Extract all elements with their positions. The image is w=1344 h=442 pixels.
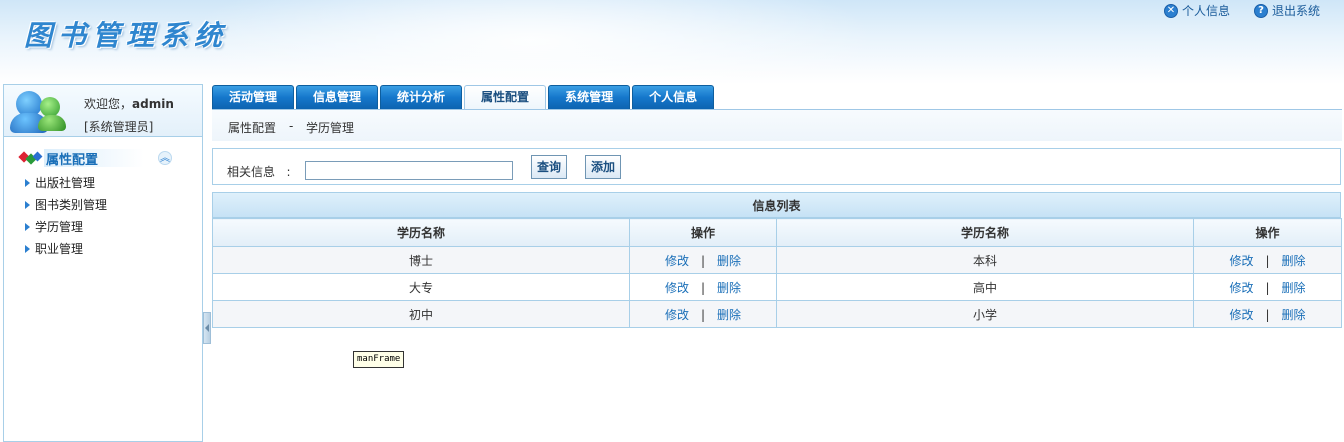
table-row: 初中 修改 | 删除 小学 修改 | 删除 [212,300,1342,328]
help-circle-icon: ? [1253,3,1268,18]
tab-attribute-config[interactable]: 属性配置 [464,85,547,110]
users-avatar-icon [10,89,66,133]
table-cell-actions: 修改 | 删除 [1193,300,1342,328]
table-cell-name: 初中 [212,300,630,328]
tab-activity[interactable]: 活动管理 [212,85,295,109]
top-links: ✕ 个人信息 ? 退出系统 [1163,2,1344,19]
table-cell-actions: 修改 | 删除 [1193,273,1342,301]
table-cell-actions: 修改 | 删除 [1193,246,1342,274]
query-button[interactable]: 查询 [531,155,567,179]
breadcrumb-current: 学历管理 [306,121,355,135]
breadcrumb-parent: 属性配置 [228,121,277,135]
main-tabs: 活动管理 信息管理 统计分析 属性配置 系统管理 个人信息 [212,85,716,110]
table-cell-actions: 修改 | 删除 [629,246,777,274]
tab-info[interactable]: 信息管理 [296,85,379,109]
app-logo-title: 图书管理系统 [24,19,229,52]
edit-link[interactable]: 修改 [1229,308,1253,322]
welcome-text: 欢迎您，admin [84,95,174,112]
sidebar-collapse-handle[interactable] [203,312,211,344]
triangle-right-icon [25,201,30,209]
user-role: [系统管理员] [84,120,154,134]
sidebar-menu: 出版社管理 图书类别管理 学历管理 职业管理 [4,173,202,261]
left-sidebar: 欢迎您，admin [系统管理员] 属性配置 ︽ 出版社管理 图书类别管理 学历… [3,84,203,442]
table-cell-actions: 修改 | 删除 [629,300,777,328]
logout-link-label: 退出系统 [1271,4,1320,18]
table-cell-name: 博士 [212,246,630,274]
column-header-action: 操作 [629,218,777,247]
sidebar-item-occupation[interactable]: 职业管理 [4,239,202,261]
education-table: 学历名称 操作 学历名称 操作 博士 修改 | 删除 本科 修改 | 删除 大专 修改 |… [212,218,1342,328]
table-header-row: 学历名称 操作 学历名称 操作 [212,218,1342,247]
delete-link[interactable]: 删除 [1282,308,1306,322]
x-circle-icon: ✕ [1163,3,1178,18]
edit-link[interactable]: 修改 [665,281,689,295]
edit-link[interactable]: 修改 [665,254,689,268]
info-list: 信息列表 学历名称 操作 学历名称 操作 博士 修改 | 删除 本科 修改 | 删除 大… [212,192,1342,328]
menu-section-header[interactable]: 属性配置 ︽ [4,147,202,169]
sidebar-item-education[interactable]: 学历管理 [4,217,202,239]
table-cell-actions: 修改 | 删除 [629,273,777,301]
breadcrumb: 属性配置 - 学历管理 [212,109,1342,141]
tab-personal[interactable]: 个人信息 [632,85,715,109]
column-header-name: 学历名称 [212,218,630,247]
search-input[interactable] [305,161,513,180]
profile-link[interactable]: ✕ 个人信息 [1163,2,1230,19]
sidebar-item-publisher[interactable]: 出版社管理 [4,173,202,195]
table-cell-name: 大专 [212,273,630,301]
logout-link[interactable]: ? 退出系统 [1253,2,1320,19]
edit-link[interactable]: 修改 [1229,281,1253,295]
edit-link[interactable]: 修改 [1229,254,1253,268]
grid-title: 信息列表 [212,192,1341,218]
header-glow [180,0,880,84]
edit-link[interactable]: 修改 [665,308,689,322]
tab-statistics[interactable]: 统计分析 [380,85,463,109]
breadcrumb-separator: - [289,119,294,133]
username: admin [132,97,174,111]
user-info-box: 欢迎您，admin [系统管理员] [4,85,202,137]
table-row: 博士 修改 | 删除 本科 修改 | 删除 [212,246,1342,274]
header-banner: 图书管理系统 ✕ 个人信息 ? 退出系统 [0,0,1344,84]
sidebar-item-book-category[interactable]: 图书类别管理 [4,195,202,217]
column-header-action: 操作 [1193,218,1342,247]
menu-section-title: 属性配置 [46,153,99,168]
search-label: 相关信息 : [227,165,291,179]
add-button[interactable]: 添加 [585,155,621,179]
collapse-up-icon[interactable]: ︽ [158,151,172,165]
column-header-name: 学历名称 [776,218,1194,247]
triangle-right-icon [25,179,30,187]
section-icon [18,151,43,165]
triangle-right-icon [25,245,30,253]
delete-link[interactable]: 删除 [1282,254,1306,268]
delete-link[interactable]: 删除 [1282,281,1306,295]
triangle-right-icon [25,223,30,231]
delete-link[interactable]: 删除 [717,281,741,295]
search-panel: 相关信息 : 查询 添加 [212,148,1341,185]
tab-system[interactable]: 系统管理 [548,85,631,109]
profile-link-label: 个人信息 [1181,4,1230,18]
delete-link[interactable]: 删除 [717,254,741,268]
table-cell-name: 小学 [776,300,1194,328]
table-cell-name: 高中 [776,273,1194,301]
delete-link[interactable]: 删除 [717,308,741,322]
welcome-prefix: 欢迎您， [84,97,133,111]
frame-name-tooltip: manFrame [353,351,405,368]
table-cell-name: 本科 [776,246,1194,274]
table-row: 大专 修改 | 删除 高中 修改 | 删除 [212,273,1342,301]
